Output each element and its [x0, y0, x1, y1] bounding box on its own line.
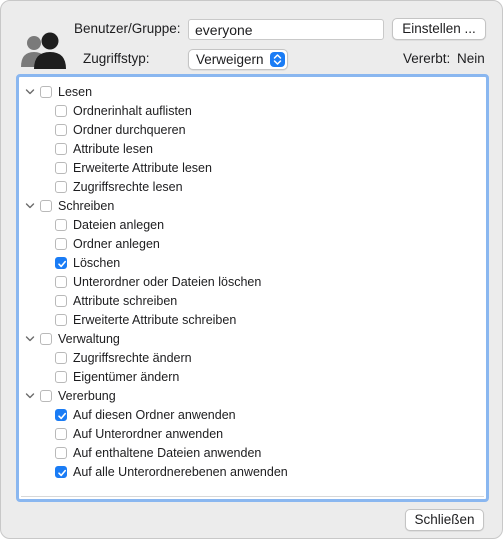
- permission-label: Erweiterte Attribute schreiben: [73, 312, 237, 327]
- permission-row[interactable]: Attribute lesen: [55, 139, 153, 158]
- permission-label: Eigentümer ändern: [73, 369, 180, 384]
- permission-row[interactable]: Zugriffsrechte lesen: [55, 177, 183, 196]
- checkbox[interactable]: [55, 142, 67, 155]
- inherited-value: Nein: [457, 51, 485, 66]
- chevron-down-icon[interactable]: [25, 201, 35, 211]
- permission-label: Ordner durchqueren: [73, 122, 186, 137]
- permission-label: Ordnerinhalt auflisten: [73, 103, 192, 118]
- group-label: Schreiben: [58, 198, 115, 213]
- group-label: Verwaltung: [58, 331, 120, 346]
- permission-label: Dateien anlegen: [73, 217, 165, 232]
- permission-row[interactable]: Auf diesen Ordner anwenden: [55, 405, 236, 424]
- permission-row[interactable]: Ordner durchqueren: [55, 120, 186, 139]
- checkbox[interactable]: [40, 85, 52, 98]
- checkbox[interactable]: [55, 351, 67, 364]
- chevron-down-icon[interactable]: [25, 334, 35, 344]
- checkbox[interactable]: [55, 408, 67, 421]
- permission-row[interactable]: Zugriffsrechte ändern: [55, 348, 192, 367]
- checkbox[interactable]: [55, 104, 67, 117]
- checkbox[interactable]: [55, 123, 67, 136]
- permission-row[interactable]: Löschen: [55, 253, 120, 272]
- settings-button[interactable]: Einstellen ...: [392, 18, 486, 40]
- permissions-list-frame: Lesen Ordnerinhalt auflisten Ordner durchq…: [16, 74, 489, 502]
- popup-arrows-icon: [270, 52, 285, 67]
- chevron-down-icon[interactable]: [25, 87, 35, 97]
- permission-row[interactable]: Erweiterte Attribute lesen: [55, 158, 212, 177]
- checkbox[interactable]: [55, 294, 67, 307]
- permission-row[interactable]: Auf alle Unterordnerebenen anwenden: [55, 462, 288, 481]
- permission-row[interactable]: Erweiterte Attribute schreiben: [55, 310, 236, 329]
- group-row[interactable]: Schreiben: [25, 196, 114, 215]
- permissions-list[interactable]: Lesen Ordnerinhalt auflisten Ordner durchq…: [21, 79, 484, 497]
- permission-row[interactable]: Auf Unterordner anwenden: [55, 424, 223, 443]
- access-type-popup[interactable]: Verweigern: [188, 49, 288, 70]
- permission-row[interactable]: Ordnerinhalt auflisten: [55, 101, 192, 120]
- user-group-icon: [21, 32, 66, 69]
- checkbox[interactable]: [55, 275, 67, 288]
- permission-label: Auf alle Unterordnerebenen anwenden: [73, 464, 288, 479]
- chevron-down-icon[interactable]: [25, 391, 35, 401]
- checkbox[interactable]: [40, 332, 52, 345]
- permission-label: Attribute schreiben: [73, 293, 178, 308]
- permission-label: Löschen: [73, 255, 121, 270]
- group-label: Vererbung: [58, 388, 116, 403]
- checkbox[interactable]: [55, 218, 67, 231]
- access-type-value: Verweigern: [196, 52, 264, 67]
- permission-row[interactable]: Eigentümer ändern: [55, 367, 179, 386]
- group-row[interactable]: Lesen: [25, 82, 92, 101]
- checkbox[interactable]: [55, 180, 67, 193]
- checkbox[interactable]: [55, 161, 67, 174]
- permission-row[interactable]: Auf enthaltene Dateien anwenden: [55, 443, 261, 462]
- access-rights-dialog: Benutzer/Gruppe: everyone Einstellen ...…: [0, 0, 503, 539]
- checkbox[interactable]: [55, 313, 67, 326]
- checkbox[interactable]: [55, 446, 67, 459]
- group-label: Lesen: [58, 84, 93, 99]
- permission-label: Auf enthaltene Dateien anwenden: [73, 445, 262, 460]
- checkbox[interactable]: [55, 256, 67, 269]
- permission-label: Zugriffsrechte ändern: [73, 350, 192, 365]
- group-row[interactable]: Vererbung: [25, 386, 116, 405]
- checkbox[interactable]: [40, 389, 52, 402]
- user-group-label: Benutzer/Gruppe:: [74, 21, 181, 36]
- checkbox[interactable]: [40, 199, 52, 212]
- checkbox[interactable]: [55, 237, 67, 250]
- checkbox[interactable]: [55, 465, 67, 478]
- checkbox[interactable]: [55, 370, 67, 383]
- permission-label: Auf Unterordner anwenden: [73, 426, 224, 441]
- permission-label: Unterordner oder Dateien löschen: [73, 274, 262, 289]
- permission-label: Erweiterte Attribute lesen: [73, 160, 212, 175]
- close-button[interactable]: Schließen: [405, 509, 484, 531]
- permission-label: Zugriffsrechte lesen: [73, 179, 183, 194]
- permission-row[interactable]: Unterordner oder Dateien löschen: [55, 272, 261, 291]
- permission-label: Ordner anlegen: [73, 236, 160, 251]
- user-group-field[interactable]: everyone: [188, 19, 384, 40]
- access-type-label: Zugriffstyp:: [83, 51, 150, 66]
- group-row[interactable]: Verwaltung: [25, 329, 120, 348]
- inherited-label: Vererbt:: [403, 51, 451, 66]
- checkbox[interactable]: [55, 427, 67, 440]
- permission-row[interactable]: Dateien anlegen: [55, 215, 164, 234]
- permission-label: Auf diesen Ordner anwenden: [73, 407, 236, 422]
- permission-row[interactable]: Attribute schreiben: [55, 291, 177, 310]
- permission-row[interactable]: Ordner anlegen: [55, 234, 160, 253]
- permission-label: Attribute lesen: [73, 141, 153, 156]
